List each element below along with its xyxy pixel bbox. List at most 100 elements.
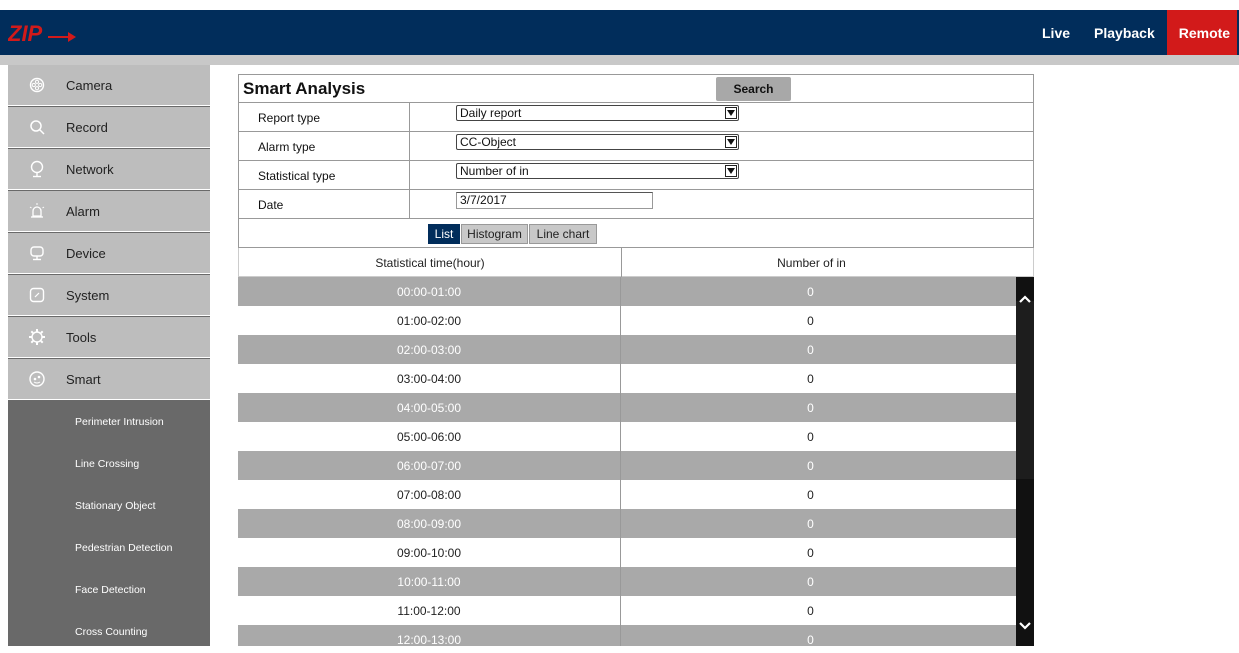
cell-count: 0 (807, 459, 814, 473)
smart-analysis-header: Smart Analysis Search (238, 74, 1034, 103)
sidebar-item-smart[interactable]: Smart (8, 359, 210, 400)
table-row: 05:00-06:00 0 (238, 422, 1016, 451)
sidebar-item-label: Tools (66, 329, 97, 345)
cell-time: 11:00-12:00 (397, 604, 461, 618)
tab-list[interactable]: List (428, 224, 460, 244)
sidebar-item-record[interactable]: Record (8, 107, 210, 148)
submenu-pedestrian-detection[interactable]: Pedestrian Detection (8, 527, 210, 569)
field-divider (409, 132, 410, 160)
cell-count: 0 (807, 633, 814, 646)
statistical-type-value: Number of in (460, 164, 529, 178)
zip-logo: ZIP (7, 21, 78, 49)
cell-time: 02:00-03:00 (396, 343, 462, 357)
chevron-down-icon (725, 165, 737, 177)
cell-time: 09:00-10:00 (396, 546, 462, 560)
date-label: Date (258, 198, 284, 212)
cell-count: 0 (807, 604, 814, 618)
sidebar-item-label: System (66, 287, 110, 303)
view-tabs: List Histogram Line chart (238, 219, 1034, 248)
cell-time: 06:00-07:00 (396, 459, 462, 473)
report-type-select[interactable]: Daily report (456, 105, 739, 121)
table-scrollbar[interactable] (1016, 277, 1034, 646)
submenu-line-crossing[interactable]: Line Crossing (8, 443, 210, 485)
cell-count: 0 (807, 285, 814, 299)
cell-time: 01:00-02:00 (396, 314, 462, 328)
submenu-perimeter-intrusion[interactable]: Perimeter Intrusion (8, 401, 210, 443)
report-type-label: Report type (258, 111, 321, 125)
sidebar-item-label: Network (66, 161, 114, 177)
chevron-down-icon (725, 107, 737, 119)
cell-count: 0 (807, 314, 814, 328)
table-row: 10:00-11:00 0 (238, 567, 1016, 596)
device-icon (8, 245, 66, 261)
alarm-type-row: Alarm type CC-Object (238, 132, 1034, 161)
report-type-row: Report type Daily report (238, 103, 1034, 132)
submenu-stationary-object[interactable]: Stationary Object (8, 485, 210, 527)
tab-line-chart[interactable]: Line chart (529, 224, 597, 244)
date-input[interactable]: 3/7/2017 (456, 192, 653, 209)
cell-count: 0 (807, 488, 814, 502)
statistical-type-select[interactable]: Number of in (456, 163, 739, 179)
cell-time: 03:00-04:00 (396, 372, 462, 386)
sidebar-item-device[interactable]: Device (8, 233, 210, 274)
cell-count: 0 (807, 430, 814, 444)
sidebar-item-network[interactable]: Network (8, 149, 210, 190)
scroll-up-icon[interactable] (1018, 291, 1032, 309)
column-header-time: Statistical time(hour) (375, 256, 485, 270)
top-strip (0, 0, 1239, 10)
submenu-cross-counting[interactable]: Cross Counting (8, 611, 210, 653)
search-button[interactable]: Search (716, 77, 791, 101)
network-icon (8, 160, 66, 178)
tab-histogram[interactable]: Histogram (461, 224, 528, 244)
chevron-down-icon (725, 136, 737, 148)
field-divider (409, 103, 410, 131)
table-header: Statistical time(hour) Number of in (238, 248, 1034, 277)
statistical-type-label: Statistical type (258, 169, 336, 183)
sidebar-item-tools[interactable]: Tools (8, 317, 210, 358)
cell-count: 0 (807, 372, 814, 386)
cell-time: 04:00-05:00 (396, 401, 462, 415)
sidebar-item-system[interactable]: System (8, 275, 210, 316)
header-divider (0, 55, 1239, 65)
cell-time: 07:00-08:00 (396, 488, 462, 502)
alarm-type-value: CC-Object (460, 135, 517, 149)
sidebar-item-label: Camera (66, 77, 113, 93)
sidebar-item-alarm[interactable]: Alarm (8, 191, 210, 232)
cell-count: 0 (807, 401, 814, 415)
cell-time: 10:00-11:00 (397, 575, 461, 589)
table-row: 08:00-09:00 0 (238, 509, 1016, 538)
table-row: 00:00-01:00 0 (238, 277, 1016, 306)
sidebar-item-camera[interactable]: Camera (8, 65, 210, 106)
column-header-count: Number of in (777, 256, 846, 270)
top-nav: Live Playback Remote (1030, 10, 1237, 55)
table-row: 12:00-13:00 0 (238, 625, 1016, 646)
gear-icon (8, 328, 66, 346)
nav-live[interactable]: Live (1030, 10, 1082, 55)
sidebar: Camera Record Network Alarm Device Syste… (8, 65, 210, 646)
cell-count: 0 (807, 517, 814, 531)
field-divider (409, 190, 410, 218)
date-row: Date 3/7/2017 (238, 190, 1034, 219)
nav-remote[interactable]: Remote (1166, 10, 1237, 55)
table-row: 09:00-10:00 0 (238, 538, 1016, 567)
alarm-type-select[interactable]: CC-Object (456, 134, 739, 150)
cell-time: 08:00-09:00 (396, 517, 462, 531)
cell-time: 05:00-06:00 (396, 430, 462, 444)
table-row: 03:00-04:00 0 (238, 364, 1016, 393)
sidebar-item-label: Device (66, 245, 106, 261)
cell-count: 0 (807, 546, 814, 560)
alarm-type-label: Alarm type (258, 140, 316, 154)
search-icon (8, 119, 66, 135)
cell-count: 0 (807, 575, 814, 589)
submenu-face-detection[interactable]: Face Detection (8, 569, 210, 611)
table-body: 00:00-01:00 0 01:00-02:00 0 02:00-03:00 0 03:0… (238, 277, 1016, 646)
system-icon (8, 287, 66, 303)
table-row: 02:00-03:00 0 (238, 335, 1016, 364)
report-type-value: Daily report (460, 106, 522, 120)
nav-playback[interactable]: Playback (1082, 10, 1167, 55)
smart-icon (8, 370, 66, 388)
scroll-down-icon[interactable] (1018, 618, 1032, 636)
scrollbar-thumb[interactable] (1016, 301, 1034, 479)
cell-count: 0 (807, 343, 814, 357)
camera-icon (8, 77, 66, 93)
